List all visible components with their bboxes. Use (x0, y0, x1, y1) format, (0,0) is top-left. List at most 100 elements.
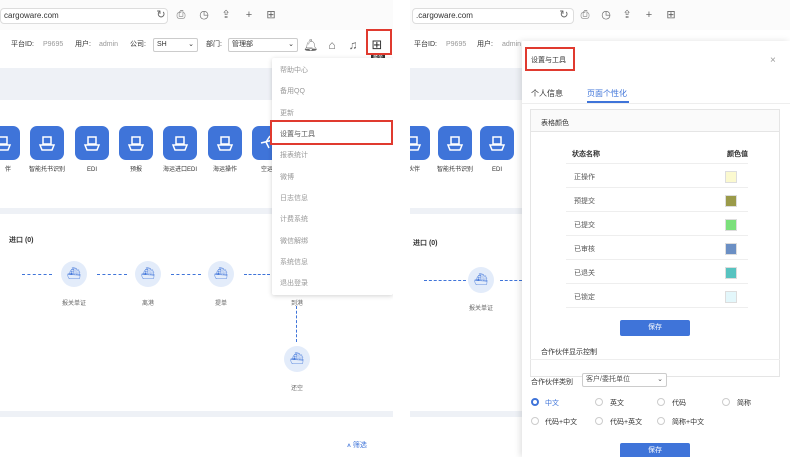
radio-short-name[interactable] (722, 398, 730, 406)
color-swatch[interactable] (725, 219, 737, 231)
tile-smart-booking[interactable] (438, 126, 472, 160)
menu-item-system-info[interactable]: 系统信息 (280, 257, 308, 267)
title-highlight (525, 47, 575, 71)
status-name: 已审核 (574, 246, 595, 253)
option-label: 代码+中文 (545, 419, 578, 426)
dept-select[interactable]: 管理部 ⌄ (228, 38, 298, 52)
tile-forecast[interactable] (119, 126, 153, 160)
save-button-2[interactable]: 保存 (620, 443, 690, 457)
menu-item-weibo[interactable]: 微博 (280, 172, 294, 182)
tile-partner[interactable] (0, 126, 20, 160)
flow-node-customs[interactable]: ⛴︎ (61, 261, 87, 287)
option-label: 中文 (545, 400, 559, 407)
partner-type-select[interactable]: 客户/委托单位 ⌄ (582, 373, 667, 387)
row-divider (566, 307, 748, 308)
company-value: SH (157, 41, 167, 48)
share-icon[interactable]: ⇪ (620, 8, 634, 22)
tile-label: 海运进口EDI (162, 167, 197, 173)
radio-english[interactable] (595, 398, 603, 406)
menu-item-logs[interactable]: 日志信息 (280, 193, 308, 203)
separator (0, 411, 393, 417)
col-color-value: 颜色值 (727, 151, 748, 158)
option-label: 代码+英文 (610, 419, 643, 426)
chevron-down-icon: ⌄ (657, 376, 663, 383)
platform-id-label: 平台ID: (414, 41, 437, 48)
ship-icon: ⛴︎ (214, 268, 228, 280)
color-swatch[interactable] (725, 243, 737, 255)
divider (530, 359, 780, 360)
reload-icon[interactable]: ↻ (154, 8, 168, 22)
new-tab-icon[interactable]: + (642, 8, 656, 22)
menu-item-reports[interactable]: 报表统计 (280, 150, 308, 160)
new-tab-icon[interactable]: + (242, 8, 256, 22)
notification-icon[interactable]: ♫ (346, 38, 360, 52)
radio-code-english[interactable] (595, 417, 603, 425)
tile-partner[interactable] (410, 126, 430, 160)
table-color-label: 表格颜色 (541, 120, 569, 127)
tile-smart-booking[interactable] (30, 126, 64, 160)
printer-icon[interactable]: ⎙ (578, 8, 592, 22)
partner-display-control: 合作伙伴显示控制 (541, 349, 597, 356)
address-bar[interactable]: .cargoware.com (412, 8, 574, 24)
filter-button[interactable]: ⩚ 筛选 (347, 440, 367, 450)
share-icon[interactable]: ⇪ (219, 8, 233, 22)
menu-item-wechat-unbind[interactable]: 微信解绑 (280, 236, 308, 246)
printer-icon[interactable]: ⎙ (174, 8, 188, 22)
right-screenshot: .cargoware.com ↻ ⎙ ◷ ⇪ + ⊞ 平台ID: P9695 用… (410, 0, 790, 457)
user-label: 用户: (477, 41, 493, 48)
history-icon[interactable]: ◷ (197, 8, 211, 22)
flow-connector (22, 274, 52, 275)
radio-code[interactable] (657, 398, 665, 406)
tile-edi[interactable] (75, 126, 109, 160)
color-swatch[interactable] (725, 195, 737, 207)
main-menu: 帮助中心 备用QQ 更新 设置与工具 报表统计 微博 日志信息 计费系统 微信解… (272, 58, 393, 295)
ship-icon (410, 136, 422, 151)
option-label: 简称 (737, 400, 751, 407)
tile-sea-ops[interactable] (208, 126, 242, 160)
tab-grid-icon[interactable]: ⊞ (264, 8, 278, 22)
company-select[interactable]: SH ⌄ (153, 38, 198, 52)
flow-connector (424, 280, 466, 281)
menu-item-update[interactable]: 更新 (280, 108, 294, 118)
home-icon[interactable]: ⌂ (325, 38, 339, 52)
radio-short-chinese[interactable] (657, 417, 665, 425)
status-name: 已锁定 (574, 294, 595, 301)
color-swatch[interactable] (725, 291, 737, 303)
tab-personal-info[interactable]: 个人信息 (531, 88, 563, 99)
platform-id-value: P9695 (43, 41, 64, 48)
browser-toolbar: cargoware.com ↻ ⎙ ◷ ⇪ + ⊞ (0, 0, 393, 30)
col-status-name: 状态名称 (572, 151, 600, 158)
save-button[interactable]: 保存 (620, 320, 690, 336)
menu-item-billing[interactable]: 计费系统 (280, 214, 308, 224)
flow-node-return[interactable]: ⛴︎ (284, 346, 310, 372)
radio-chinese[interactable] (531, 398, 539, 406)
tile-edi[interactable] (480, 126, 514, 160)
tile-label: EDI (491, 167, 502, 173)
bell-icon[interactable]: 🔔︎ (303, 38, 318, 52)
chevron-down-icon: ⌄ (188, 41, 194, 48)
color-swatch[interactable] (725, 267, 737, 279)
flow-connector (171, 274, 201, 275)
platform-id-label: 平台ID: (11, 41, 34, 48)
ship-icon (488, 136, 506, 151)
menu-item-logout[interactable]: 退出登录 (280, 278, 308, 288)
history-icon[interactable]: ◷ (599, 8, 613, 22)
menu-item-backup-qq[interactable]: 备用QQ (280, 86, 305, 96)
menu-item-help[interactable]: 帮助中心 (280, 65, 308, 75)
flow-node-depart[interactable]: ⛴︎ (135, 261, 161, 287)
flow-node-customs[interactable]: ⛴︎ (468, 267, 494, 293)
row-divider (566, 259, 748, 260)
tab-page-personalization[interactable]: 页面个性化 (587, 88, 627, 99)
color-swatch[interactable] (725, 171, 737, 183)
company-label: 公司: (130, 41, 146, 48)
close-icon[interactable]: × (770, 55, 776, 66)
flow-connector (97, 274, 127, 275)
flow-connector (500, 280, 522, 281)
tab-grid-icon[interactable]: ⊞ (664, 8, 678, 22)
radio-code-chinese[interactable] (531, 417, 539, 425)
reload-icon[interactable]: ↻ (557, 8, 571, 22)
address-bar[interactable]: cargoware.com (0, 8, 168, 24)
tile-sea-import-edi[interactable] (163, 126, 197, 160)
flow-node-bl[interactable]: ⛴︎ (208, 261, 234, 287)
settings-highlight (270, 120, 393, 145)
